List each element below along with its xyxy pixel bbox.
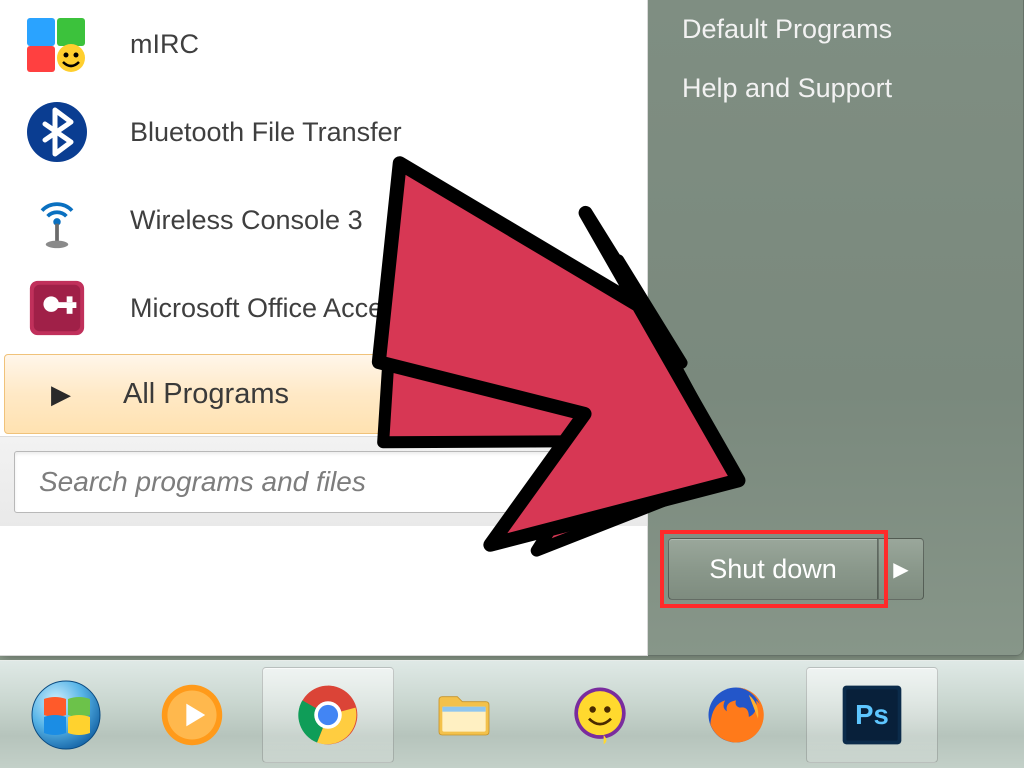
start-orb-icon	[30, 679, 102, 751]
chrome-icon	[292, 679, 364, 751]
submenu-arrow-icon: ▶	[602, 295, 619, 321]
search-area: Search programs and files	[0, 436, 647, 526]
start-menu-left-pane: mIRC Bluetooth File Transfer	[0, 0, 648, 656]
right-pane-item-label: Default Programs	[682, 14, 892, 44]
right-pane-item-label: Help and Support	[682, 73, 892, 103]
shutdown-label: Shut down	[709, 554, 837, 585]
shutdown-button[interactable]: Shut down	[668, 538, 878, 600]
svg-text:Ps: Ps	[855, 699, 889, 730]
taskbar-item-explorer[interactable]	[398, 667, 530, 763]
yahoo-messenger-icon	[564, 679, 636, 751]
explorer-icon	[428, 679, 500, 751]
bluetooth-icon	[22, 97, 92, 167]
taskbar-start-button[interactable]	[10, 667, 122, 763]
program-item-access[interactable]: Microsoft Office Access 2007 ▶	[0, 264, 647, 352]
taskbar: Ps	[0, 660, 1024, 768]
shutdown-options-button[interactable]: ▶	[878, 538, 924, 600]
access-icon	[22, 273, 92, 343]
program-item-bluetooth[interactable]: Bluetooth File Transfer	[0, 88, 647, 176]
program-item-mirc[interactable]: mIRC	[0, 0, 647, 88]
program-label: Bluetooth File Transfer	[130, 117, 629, 148]
media-player-icon	[156, 679, 228, 751]
all-programs-label: All Programs	[123, 378, 289, 411]
firefox-icon	[700, 679, 772, 751]
taskbar-item-chrome[interactable]	[262, 667, 394, 763]
taskbar-item-media-player[interactable]	[126, 667, 258, 763]
program-label: Wireless Console 3	[130, 205, 629, 236]
shutdown-group: Shut down ▶	[668, 538, 924, 600]
program-item-wireless[interactable]: Wireless Console 3	[0, 176, 647, 264]
wireless-icon	[22, 185, 92, 255]
mirc-icon	[22, 9, 92, 79]
triangle-right-icon: ▶	[51, 379, 71, 410]
chevron-right-icon: ▶	[893, 557, 908, 582]
all-programs-button[interactable]: ▶ All Programs	[4, 354, 643, 434]
recent-programs-list: mIRC Bluetooth File Transfer	[0, 0, 647, 352]
photoshop-icon: Ps	[836, 679, 908, 751]
right-pane-help-support[interactable]: Help and Support	[648, 59, 1023, 118]
taskbar-item-firefox[interactable]	[670, 667, 802, 763]
taskbar-item-photoshop[interactable]: Ps	[806, 667, 938, 763]
right-pane-default-programs[interactable]: Default Programs	[648, 0, 1023, 59]
program-label: Microsoft Office Access 2007	[130, 293, 602, 324]
taskbar-item-yahoo-messenger[interactable]	[534, 667, 666, 763]
search-icon	[582, 463, 614, 500]
search-input[interactable]: Search programs and files	[14, 451, 633, 513]
search-placeholder: Search programs and files	[39, 466, 582, 498]
program-label: mIRC	[130, 29, 629, 60]
